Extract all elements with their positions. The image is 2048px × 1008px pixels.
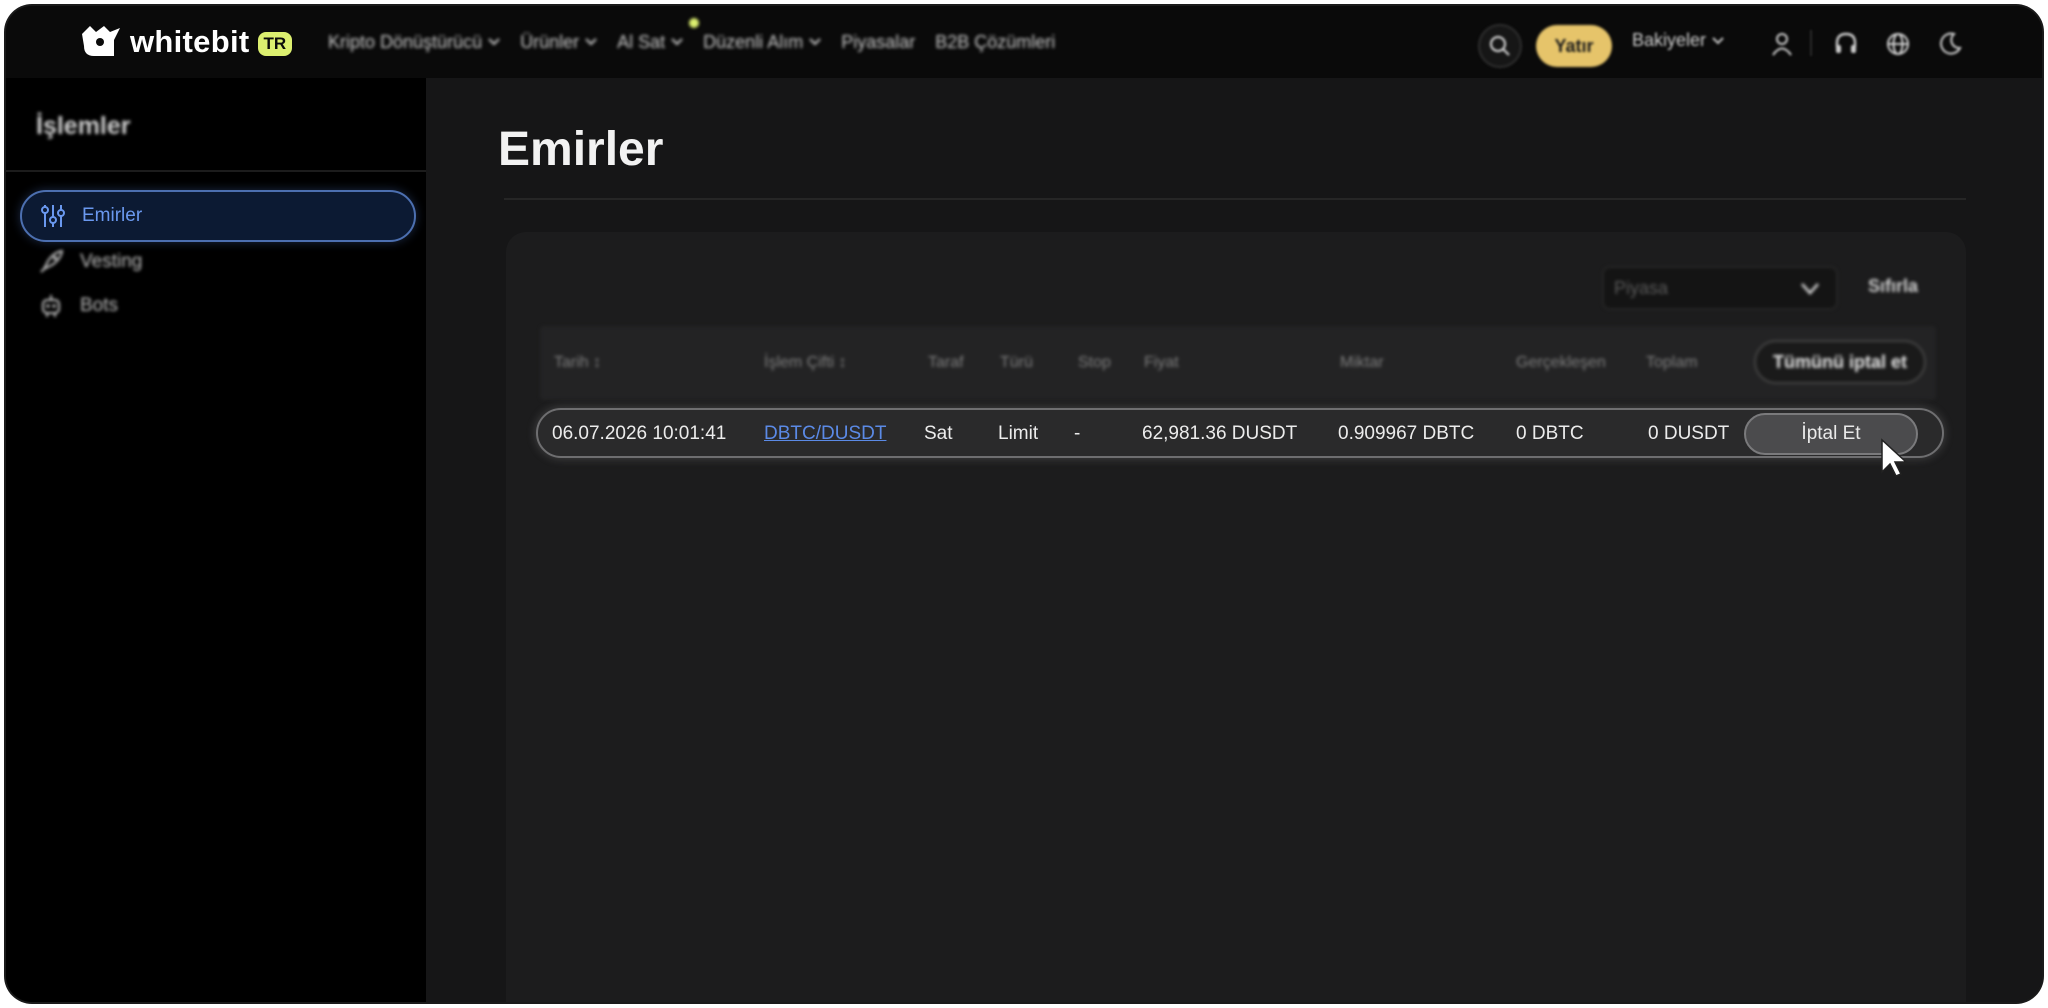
new-indicator-dot (689, 17, 700, 28)
nav-item-recurring-buy[interactable]: Düzenli Alım (703, 32, 821, 53)
nav-item-label: Al Sat (617, 31, 666, 52)
nav-item-converter[interactable]: Kripto Dönüştürücü (328, 32, 500, 53)
column-header-amount: Miktar (1340, 354, 1384, 371)
whitebit-logo-icon (82, 26, 120, 56)
table-row: 06.07.2026 10:01:41 DBTC/DUSDT Sat Limit… (536, 408, 1944, 458)
deposit-button[interactable]: Yatır (1536, 25, 1612, 67)
top-navigation-bar: whitebit TR Kripto Dönüştürücü Ürünler A… (6, 6, 2042, 78)
nav-item-b2b[interactable]: B2B Çözümleri (935, 32, 1055, 53)
sidebar-item-orders[interactable]: Emirler (20, 190, 416, 242)
nav-item-label: B2B Çözümleri (935, 31, 1056, 52)
chevron-down-icon (809, 38, 821, 46)
sidebar-divider (6, 170, 426, 172)
market-select-placeholder: Piyasa (1614, 277, 1669, 298)
nav-item-label: Kripto Dönüştürücü (328, 31, 483, 52)
column-header-filled: Gerçekleşen (1516, 354, 1606, 371)
cell-total: 0 DUSDT (1648, 423, 1730, 444)
main-nav: Kripto Dönüştürücü Ürünler Al Sat Düzenl… (328, 6, 1075, 78)
search-button[interactable] (1478, 24, 1522, 68)
headset-icon[interactable] (1832, 30, 1860, 58)
cell-amount: 0.909967 DBTC (1338, 423, 1475, 444)
column-header-type: Türü (1000, 354, 1033, 371)
cell-price: 62,981.36 DUSDT (1142, 423, 1298, 444)
balances-label: Bakiyeler (1632, 30, 1707, 50)
chevron-down-icon (1801, 283, 1819, 295)
sliders-icon (41, 205, 65, 227)
column-header-price: Fiyat (1144, 354, 1179, 371)
mouse-pointer-icon (1881, 438, 1908, 477)
sidebar-item-bots[interactable]: Bots (20, 280, 416, 332)
market-select[interactable]: Piyasa (1602, 266, 1838, 310)
rocket-icon (40, 249, 64, 273)
cell-date: 06.07.2026 10:01:41 (552, 423, 727, 444)
user-icon[interactable] (1768, 30, 1796, 58)
chevron-down-icon (671, 38, 683, 46)
nav-item-markets[interactable]: Piyasalar (841, 32, 915, 53)
sidebar-item-label: Bots (80, 295, 119, 316)
search-icon (1489, 35, 1510, 56)
brand-name: whitebit (130, 24, 250, 59)
column-header-pair[interactable]: İşlem Çifti ↕ (764, 354, 847, 372)
main-content: Emirler Piyasa Sıfırla Tarih ↕ İşlem Çif… (426, 78, 2042, 1002)
table-header: Tarih ↕ İşlem Çifti ↕ Taraf Türü Stop Fi… (540, 326, 1936, 400)
globe-icon[interactable] (1884, 30, 1912, 58)
brand-logo[interactable]: whitebit TR (80, 24, 293, 60)
nav-item-trade[interactable]: Al Sat (617, 17, 700, 53)
chevron-down-icon (1712, 36, 1724, 44)
cell-stop: - (1074, 423, 1081, 444)
sidebar-item-label: Vesting (80, 251, 143, 272)
balances-menu[interactable]: Bakiyeler (1632, 30, 1724, 51)
filter-row: Piyasa Sıfırla (506, 232, 1966, 322)
column-header-side: Taraf (928, 354, 964, 371)
chevron-down-icon (585, 38, 597, 46)
nav-item-label: Ürünler (520, 31, 580, 52)
nav-item-label: Düzenli Alım (703, 31, 804, 52)
cancel-all-button[interactable]: Tümünü iptal et (1754, 340, 1926, 384)
orders-panel: Piyasa Sıfırla Tarih ↕ İşlem Çifti ↕ Tar… (506, 232, 1966, 1002)
page-title: Emirler (498, 123, 664, 176)
robot-icon (42, 295, 60, 317)
sidebar-title: İşlemler (36, 112, 131, 140)
reset-filters-button[interactable]: Sıfırla (1868, 276, 1918, 297)
chevron-down-icon (488, 38, 500, 46)
column-header-stop: Stop (1078, 354, 1111, 371)
nav-item-products[interactable]: Ürünler (520, 32, 597, 53)
region-badge: TR (257, 32, 293, 56)
app-window: whitebit TR Kripto Dönüştürücü Ürünler A… (6, 6, 2042, 1002)
cell-pair-link[interactable]: DBTC/DUSDT (764, 423, 886, 445)
sidebar: İşlemler Emirler Vesting Bots (6, 78, 426, 1002)
cell-type: Limit (998, 423, 1039, 444)
toolbar-divider (1810, 30, 1812, 56)
cell-filled: 0 DBTC (1516, 423, 1584, 444)
moon-icon[interactable] (1936, 30, 1964, 58)
title-divider (504, 198, 1966, 200)
sidebar-item-label: Emirler (82, 205, 143, 226)
column-header-date[interactable]: Tarih ↕ (554, 354, 601, 372)
nav-item-label: Piyasalar (841, 31, 916, 52)
column-header-total: Toplam (1646, 354, 1698, 371)
cell-side: Sat (924, 423, 953, 444)
